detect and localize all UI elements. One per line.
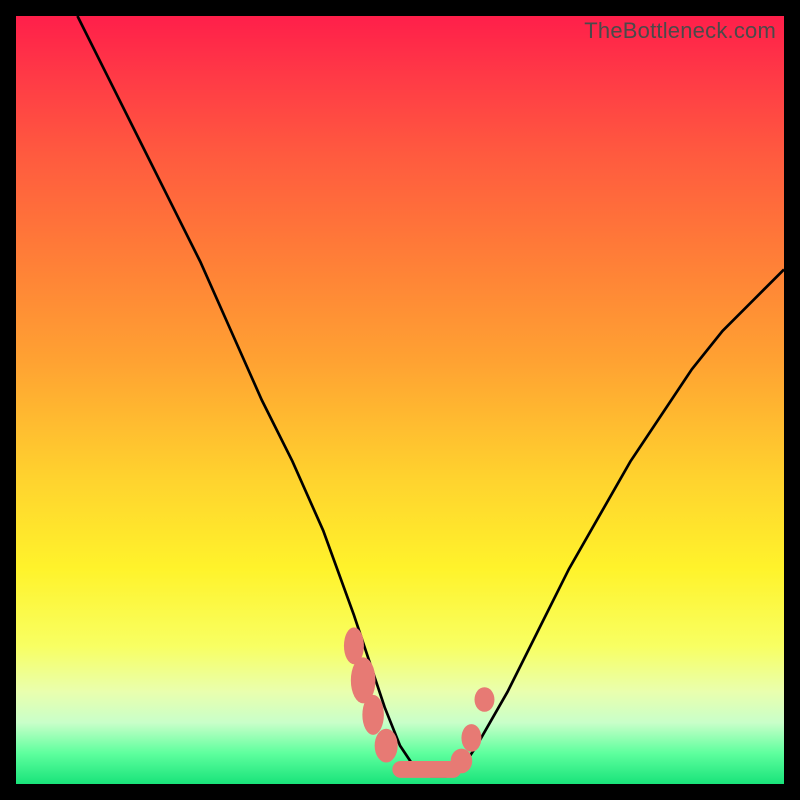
chart-overlay (16, 16, 784, 784)
bottleneck-curve (77, 16, 784, 776)
chart-frame: TheBottleneck.com (0, 0, 800, 800)
